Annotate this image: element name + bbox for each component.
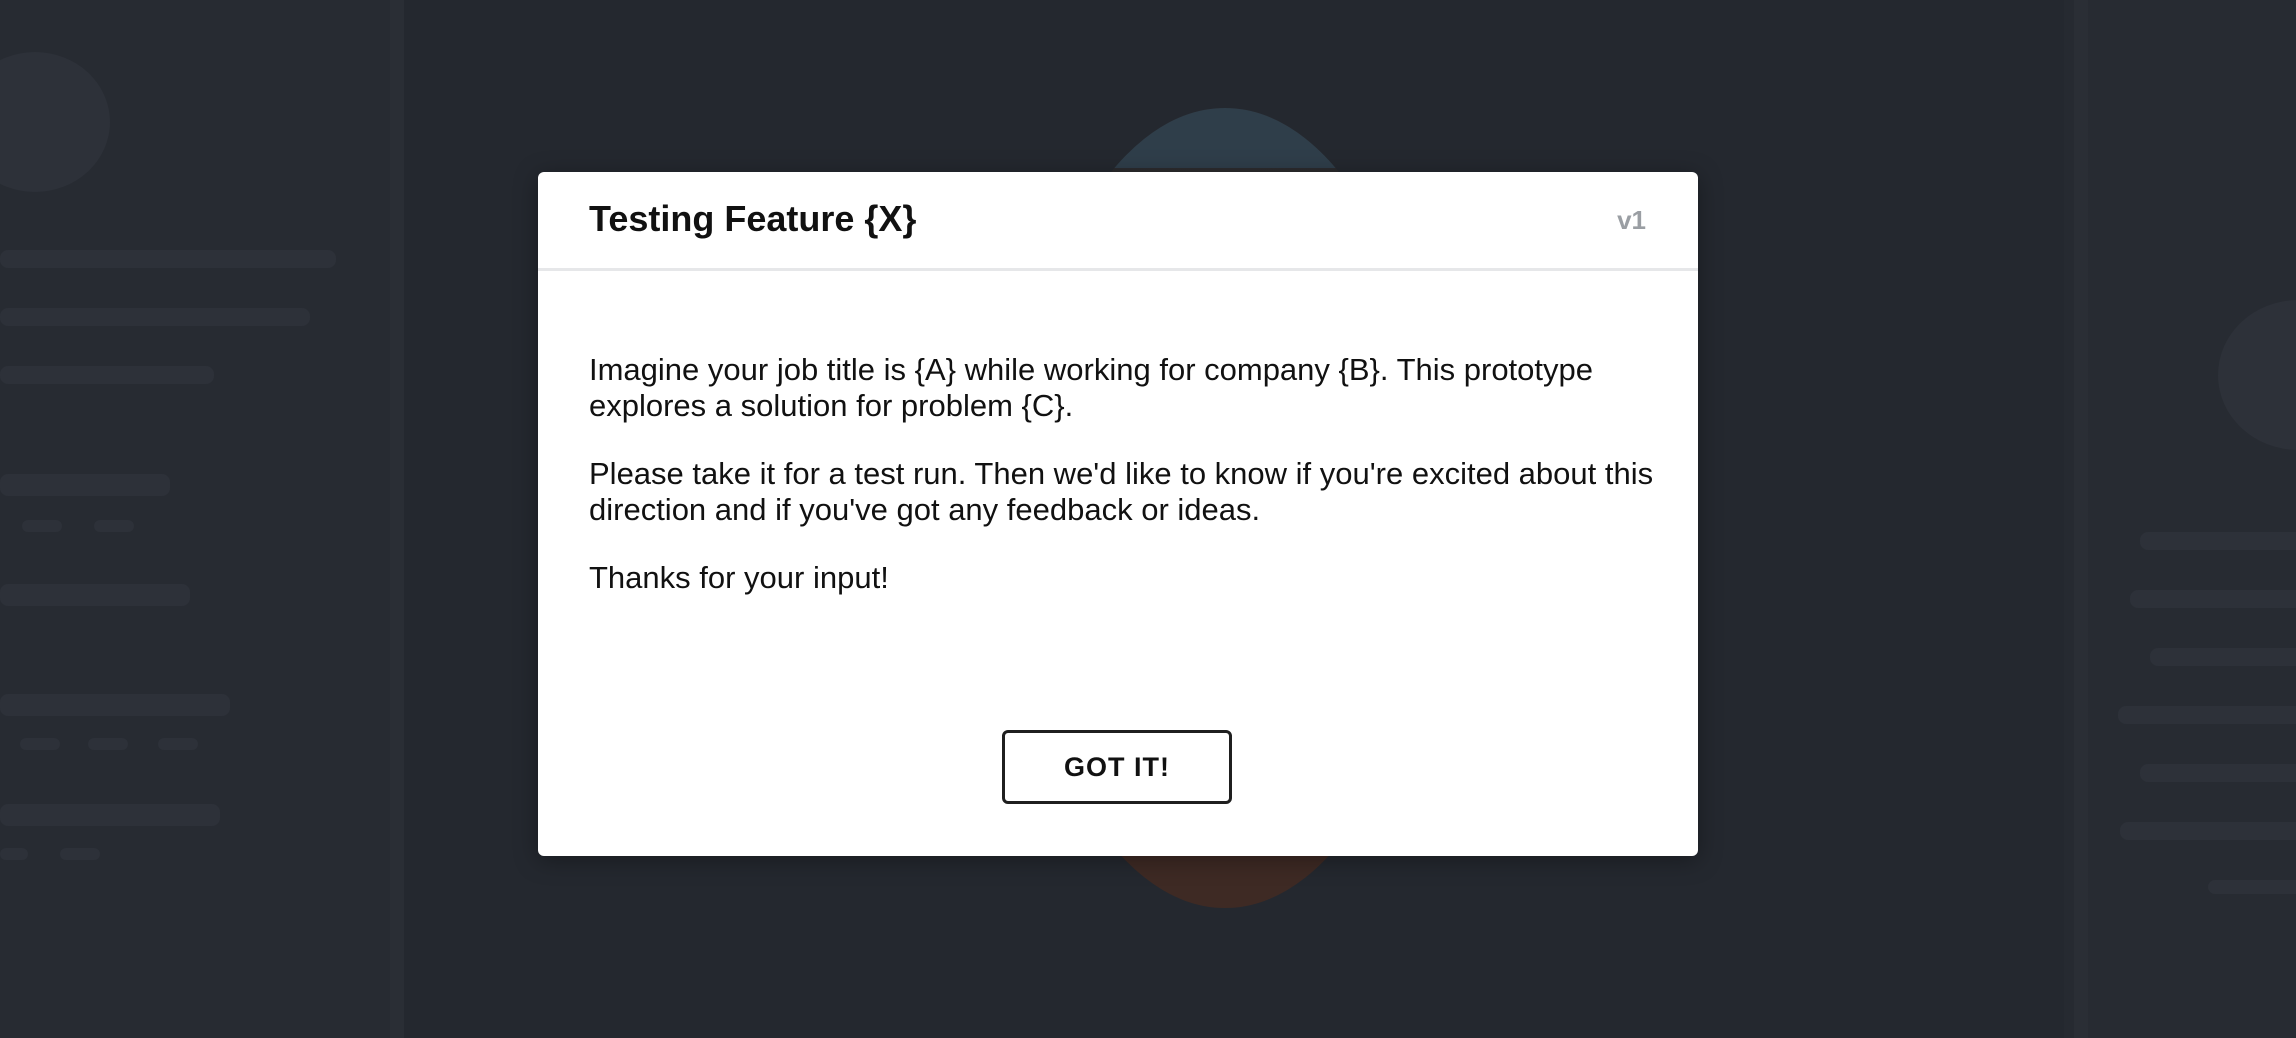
- background-skeleton-line: [22, 520, 62, 532]
- background-skeleton-line: [2118, 706, 2296, 724]
- background-skeleton-line: [0, 474, 170, 496]
- background-divider: [2074, 0, 2088, 1038]
- background-skeleton-line: [2150, 648, 2296, 666]
- version-label: v1: [1617, 205, 1646, 235]
- background-skeleton-line: [60, 848, 100, 860]
- background-skeleton-line: [0, 694, 230, 716]
- background-skeleton-line: [88, 738, 128, 750]
- background-skeleton-line: [0, 804, 220, 826]
- background-right-panel: [2088, 0, 2296, 1038]
- background-avatar: [0, 52, 110, 192]
- background-skeleton-line: [2140, 532, 2296, 550]
- background-skeleton-line: [20, 738, 60, 750]
- background-skeleton-line: [0, 308, 310, 326]
- got-it-button[interactable]: GOT IT!: [1002, 730, 1232, 804]
- modal-title: Testing Feature {X}: [589, 198, 917, 239]
- intro-paragraph: Imagine your job title is {A} while work…: [589, 352, 1594, 423]
- modal-body: Imagine your job title is {A} while work…: [589, 352, 1659, 628]
- request-paragraph: Please take it for a test run. Then we'd…: [589, 456, 1654, 527]
- background-skeleton-line: [0, 584, 190, 606]
- background-skeleton-line: [0, 366, 214, 384]
- background-left-panel: [0, 0, 390, 1038]
- background-skeleton-line: [2140, 764, 2296, 782]
- background-skeleton-line: [158, 738, 198, 750]
- modal-header: Testing Feature {X} v1: [538, 172, 1698, 271]
- background-skeleton-line: [0, 250, 336, 268]
- background-skeleton-line: [2208, 880, 2296, 894]
- background-skeleton-line: [94, 520, 134, 532]
- background-skeleton-line: [0, 848, 28, 860]
- background-skeleton-line: [2130, 590, 2296, 608]
- background-skeleton-line: [2120, 822, 2296, 840]
- feature-test-modal: Testing Feature {X} v1 Imagine your job …: [538, 172, 1698, 856]
- background-divider: [390, 0, 404, 1038]
- thanks-paragraph: Thanks for your input!: [589, 560, 889, 595]
- background-avatar: [2218, 300, 2296, 450]
